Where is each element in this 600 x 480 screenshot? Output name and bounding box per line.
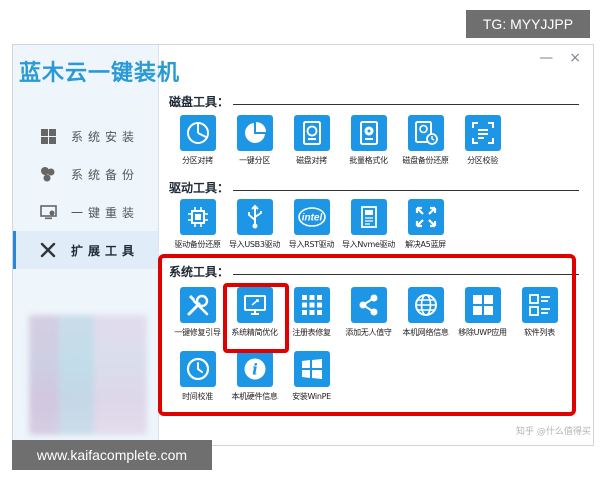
registry-grid-icon [293, 287, 330, 323]
tool-network-info[interactable]: 本机网络信息 [397, 287, 454, 351]
app-logo: 蓝木云一键装机 [19, 60, 181, 86]
intel-icon: intel [293, 199, 330, 235]
sidebar-item-label: 系统备份 [71, 167, 140, 182]
tool-time-sync[interactable]: 时间校准 [169, 351, 226, 415]
disk-backup-icon [407, 115, 444, 151]
uwp-grid-icon [464, 287, 501, 323]
tg-watermark: TG: MYYJJPP [466, 10, 590, 38]
sidebar-item-system-install[interactable]: 系统安装 [13, 117, 158, 155]
pie-partition-icon [236, 115, 273, 151]
tool-install-winpe[interactable]: 安装WinPE [283, 351, 340, 415]
chip-icon [179, 199, 216, 235]
sidebar-item-label: 系统安装 [71, 129, 140, 144]
driver-tools: 驱动备份还原 导入USB3驱动 intel 导入RST驱动 导入Nvme驱动 解… [169, 199, 569, 263]
tool-hardware-info[interactable]: i 本机硬件信息 [226, 351, 283, 415]
sidebar-item-system-backup[interactable]: 系统备份 [13, 155, 158, 193]
tool-partition-copy[interactable]: 分区对拷 [169, 115, 226, 179]
windows-icon [39, 127, 57, 145]
nvme-icon [350, 199, 387, 235]
share-nodes-icon [350, 287, 387, 323]
blurred-area [29, 315, 147, 435]
monitor-icon [39, 203, 57, 221]
sidebar-item-label: 扩展工具 [71, 243, 140, 258]
info-icon: i [236, 351, 273, 387]
svg-text:intel: intel [301, 213, 322, 224]
tool-quick-partition[interactable]: 一键分区 [226, 115, 283, 179]
tool-disk-backup-restore[interactable]: 磁盘备份还原 [397, 115, 454, 179]
sidebar: 蓝木云一键装机 系统安装 系统备份 一键重装 扩展工具 [13, 45, 181, 445]
tool-partition-check[interactable]: 分区校验 [454, 115, 511, 179]
system-tools: 一键修复引导 系统精简优化 注册表修复 添加无人值守 本机网络信息 移除UWP应… [169, 287, 579, 415]
sidebar-item-reinstall[interactable]: 一键重装 [13, 193, 158, 231]
tool-import-rst[interactable]: intel 导入RST驱动 [283, 199, 340, 263]
sidebar-item-extension-tools[interactable]: 扩展工具 [13, 231, 158, 269]
tool-disk-copy[interactable]: 磁盘对拷 [283, 115, 340, 179]
expand-icon [407, 199, 444, 235]
repair-tools-icon [179, 287, 216, 323]
tool-import-nvme[interactable]: 导入Nvme驱动 [340, 199, 397, 263]
sidebar-item-label: 一键重装 [71, 205, 140, 220]
section-title-system: 系统工具： [169, 263, 579, 280]
tool-registry-repair[interactable]: 注册表修复 [283, 287, 340, 351]
tool-driver-backup-restore[interactable]: 驱动备份还原 [169, 199, 226, 263]
tool-batch-format[interactable]: 批量格式化 [340, 115, 397, 179]
winpe-icon [293, 351, 330, 387]
tool-repair-boot[interactable]: 一键修复引导 [169, 287, 226, 351]
tools-icon [39, 241, 57, 259]
section-title-disk: 磁盘工具： [169, 93, 579, 110]
clock-icon [179, 351, 216, 387]
sidebar-nav: 系统安装 系统备份 一键重装 扩展工具 [13, 117, 158, 269]
partition-copy-icon [179, 115, 216, 151]
globe-icon [407, 287, 444, 323]
svg-text:i: i [252, 361, 258, 379]
app-window: — × 蓝木云一键装机 系统安装 系统备份 一键重装 扩展工具 磁盘工具： 分区… [12, 44, 594, 446]
tool-add-unattended[interactable]: 添加无人值守 [340, 287, 397, 351]
tool-software-list[interactable]: 软件列表 [511, 287, 568, 351]
list-icon [521, 287, 558, 323]
format-icon [350, 115, 387, 151]
url-watermark: www.kaifacomplete.com [12, 440, 212, 470]
optimize-monitor-icon [236, 287, 273, 323]
section-title-driver: 驱动工具： [169, 179, 579, 196]
usb-icon [236, 199, 273, 235]
disk-copy-icon [293, 115, 330, 151]
tool-remove-uwp[interactable]: 移除UWP应用 [454, 287, 511, 351]
partition-check-icon [464, 115, 501, 151]
tools-panel: 磁盘工具： 分区对拷 一键分区 磁盘对拷 批量格式化 磁盘备份还原 分区校验 驱… [165, 45, 593, 445]
tool-fix-a5-bsod[interactable]: 解决A5蓝屏 [397, 199, 454, 263]
tool-import-usb3[interactable]: 导入USB3驱动 [226, 199, 283, 263]
disk-tools: 分区对拷 一键分区 磁盘对拷 批量格式化 磁盘备份还原 分区校验 [169, 115, 569, 179]
backup-icon [39, 165, 57, 183]
watermark-text: 知乎 @什么值得买 [516, 427, 591, 437]
tool-system-optimize[interactable]: 系统精简优化 [226, 287, 283, 351]
